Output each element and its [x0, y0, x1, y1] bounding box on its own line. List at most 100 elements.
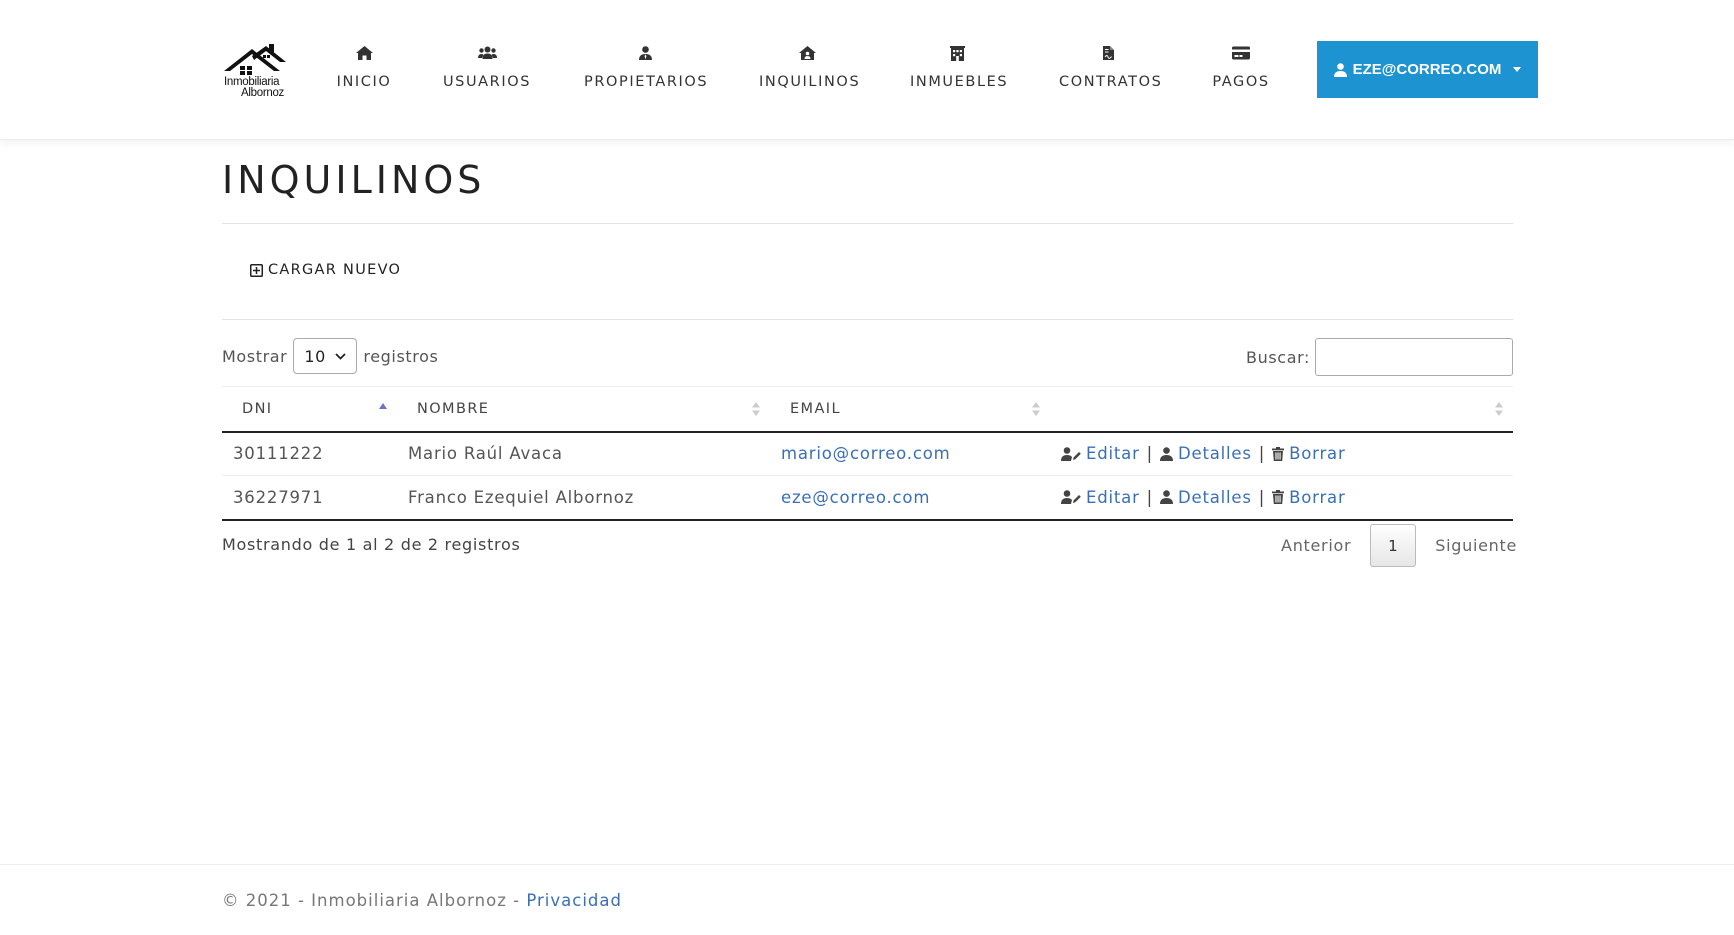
table-row: 30111222 Mario Raúl Avaca mario@correo.c… [222, 431, 1513, 476]
user-edit-icon [1061, 490, 1081, 505]
separator: | [1258, 444, 1266, 464]
cargar-nuevo-button[interactable]: CARGAR NUEVO [250, 262, 401, 278]
details-link[interactable]: Detalles [1178, 444, 1252, 463]
email-link[interactable]: mario@correo.com [781, 444, 950, 463]
delete-link[interactable]: Borrar [1289, 444, 1345, 463]
house-user-icon [759, 46, 855, 66]
delete-link[interactable]: Borrar [1289, 488, 1345, 507]
edit-action[interactable]: Editar [1061, 488, 1140, 507]
details-link[interactable]: Detalles [1178, 488, 1252, 507]
footer-text: © 2021 - Inmobiliaria Albornoz - Privaci… [222, 891, 622, 910]
user-tie-icon [584, 46, 706, 66]
trash-icon [1272, 446, 1285, 461]
page-length-value: 10 [304, 346, 326, 366]
table-info: Mostrando de 1 al 2 de 2 registros [222, 535, 521, 554]
user-menu-button[interactable]: EZE@CORREO.COM [1317, 41, 1538, 98]
pagination-next[interactable]: Siguiente [1416, 536, 1536, 555]
edit-link[interactable]: Editar [1086, 488, 1140, 507]
nav-label: INICIO [336, 74, 392, 90]
column-header-actions[interactable] [1050, 386, 1513, 433]
pagination-previous[interactable]: Anterior [1262, 536, 1370, 555]
delete-action[interactable]: Borrar [1272, 488, 1345, 507]
chevron-down-icon [335, 352, 347, 360]
page-title: INQUILINOS [222, 158, 486, 202]
divider [222, 223, 1513, 224]
credit-card-icon [1212, 46, 1270, 66]
home-icon [334, 46, 394, 66]
edit-action[interactable]: Editar [1061, 444, 1140, 463]
cell-dni: 36227971 [222, 475, 397, 521]
nav-item-contratos[interactable]: CONTRATOS [1059, 44, 1163, 94]
nav-label: PAGOS [1212, 74, 1270, 90]
nav-item-inicio[interactable]: INICIO [334, 44, 394, 94]
user-edit-icon [1061, 446, 1081, 461]
nav-label: INQUILINOS [759, 74, 861, 90]
divider [222, 319, 1513, 320]
search-control: Buscar: [1246, 338, 1513, 376]
nav-label: USUARIOS [442, 74, 532, 90]
nav-item-inmuebles[interactable]: INMUEBLES [910, 44, 1009, 94]
cell-actions: Editar | Detalles | Borrar [1050, 431, 1513, 476]
user-icon [1333, 62, 1347, 77]
edit-link[interactable]: Editar [1086, 444, 1140, 463]
email-link[interactable]: eze@correo.com [781, 488, 930, 507]
user-icon [1160, 447, 1174, 461]
column-label: DNI [242, 400, 273, 417]
logo-line2: Albornoz [241, 87, 284, 99]
page-length-select[interactable]: 10 [293, 338, 358, 374]
nav-label: CONTRATOS [1059, 74, 1163, 90]
nav-item-inquilinos[interactable]: INQUILINOS [759, 44, 861, 94]
trash-icon [1272, 490, 1285, 505]
details-action[interactable]: Detalles [1160, 444, 1252, 463]
cell-nombre: Mario Raúl Avaca [397, 431, 770, 476]
separator: | [1258, 487, 1266, 507]
building-icon [910, 46, 1004, 66]
cell-actions: Editar | Detalles | Borrar [1050, 475, 1513, 521]
user-icon [1160, 490, 1174, 505]
plus-square-icon [250, 263, 263, 277]
cargar-nuevo-label: CARGAR NUEVO [268, 262, 402, 278]
page-length-control: Mostrar 10 registros [222, 338, 438, 374]
logo[interactable]: Inmobiliaria Albornoz [222, 42, 292, 100]
nav-item-propietarios[interactable]: PROPIETARIOS [584, 44, 709, 94]
pagination-page-current[interactable]: 1 [1370, 524, 1417, 567]
table-row: 36227971 Franco Ezequiel Albornoz eze@co… [222, 475, 1513, 521]
user-email: EZE@CORREO.COM [1352, 61, 1502, 78]
pagination: Anterior 1 Siguiente [1262, 524, 1536, 567]
house-logo-icon [224, 44, 286, 75]
cell-nombre: Franco Ezequiel Albornoz [397, 475, 770, 521]
navbar: Inmobiliaria Albornoz INICIO USUARIOS PR… [0, 0, 1734, 140]
column-label: EMAIL [790, 400, 841, 417]
search-label: Buscar: [1246, 347, 1310, 367]
nav-item-usuarios[interactable]: USUARIOS [440, 44, 534, 94]
separator: | [1146, 487, 1154, 507]
column-label: NOMBRE [417, 400, 490, 417]
users-icon [440, 46, 534, 66]
chevron-down-icon [1513, 67, 1522, 72]
sort-asc-icon [379, 403, 387, 409]
separator: | [1146, 444, 1154, 464]
delete-action[interactable]: Borrar [1272, 444, 1345, 463]
cell-dni: 30111222 [222, 431, 397, 476]
cell-email: eze@correo.com [770, 475, 1050, 521]
nav-item-pagos[interactable]: PAGOS [1212, 44, 1270, 94]
show-suffix: registros [363, 346, 439, 366]
column-header-nombre[interactable]: NOMBRE [397, 386, 770, 433]
search-input[interactable] [1315, 338, 1513, 376]
privacy-link[interactable]: Privacidad [526, 891, 622, 910]
details-action[interactable]: Detalles [1160, 488, 1252, 507]
table-header-row: DNI NOMBRE EMAIL [222, 386, 1513, 433]
column-header-dni[interactable]: DNI [222, 386, 397, 433]
sort-icon [1495, 402, 1503, 416]
footer: © 2021 - Inmobiliaria Albornoz - Privaci… [0, 864, 1734, 935]
cell-email: mario@correo.com [770, 431, 1050, 476]
column-header-email[interactable]: EMAIL [770, 386, 1050, 433]
copyright-text: © 2021 - Inmobiliaria Albornoz - [222, 891, 521, 910]
inquilinos-table: DNI NOMBRE EMAIL 30111222 Mario Raúl Ava… [222, 386, 1513, 521]
file-contract-icon [1059, 46, 1157, 66]
sort-icon [1032, 402, 1040, 416]
show-prefix: Mostrar [222, 346, 288, 366]
sort-icon [752, 402, 760, 416]
nav-label: PROPIETARIOS [584, 74, 709, 90]
nav-label: INMUEBLES [910, 74, 1009, 90]
